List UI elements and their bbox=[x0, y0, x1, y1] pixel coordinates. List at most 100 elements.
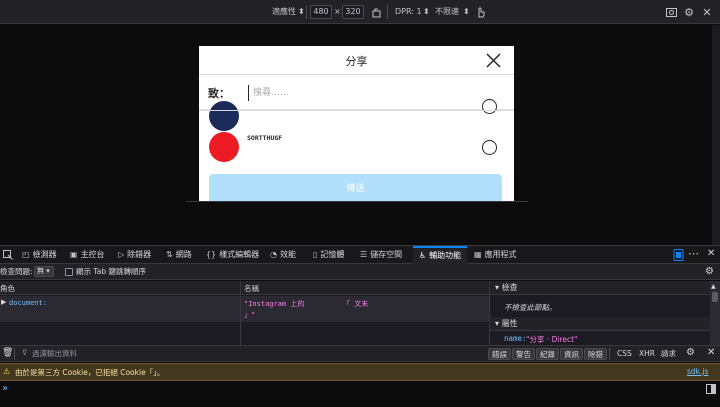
filter-css-button[interactable]: CSS bbox=[617, 348, 632, 360]
console-settings-gear-icon[interactable]: ⚙ bbox=[686, 347, 695, 358]
avatar[interactable] bbox=[209, 132, 239, 162]
avatar[interactable] bbox=[209, 101, 239, 131]
screenshot-icon[interactable] bbox=[664, 5, 678, 19]
tab-label: 檢測器 bbox=[32, 250, 57, 259]
settings-gear-icon[interactable]: ⚙ bbox=[682, 5, 696, 19]
tab-order-label: 顯示 Tab 鍵跳轉順序 bbox=[76, 267, 146, 276]
editor-mode-icon[interactable] bbox=[706, 384, 716, 397]
tab-storage[interactable]: ☰ 儲存空間 bbox=[360, 246, 402, 264]
modal-title: 分享 bbox=[345, 55, 368, 68]
tab-label: 樣式編輯器 bbox=[219, 250, 260, 259]
device-viewport: 分享 致： 搜尋…… SORTTHUGF 傳送 bbox=[199, 46, 514, 202]
tab-debugger[interactable]: ▷ 除錯器 bbox=[118, 246, 151, 264]
filter-output-input[interactable]: 過濾輸出資料 bbox=[32, 348, 77, 359]
console-warning-message[interactable]: ⚠ 由於是第三方 Cookie，已拒絕 Cookie「」。 sdk.js bbox=[0, 363, 720, 381]
tab-inspector[interactable]: ◰ 檢測器 bbox=[22, 246, 57, 264]
tab-network[interactable]: ⇅ 網路 bbox=[166, 246, 192, 264]
more-options-icon[interactable]: ⋯ bbox=[688, 247, 699, 260]
check-issues-select[interactable]: 無 ▾ bbox=[34, 266, 54, 277]
dpr-select[interactable]: DPR: 1 bbox=[395, 0, 422, 24]
column-divider[interactable] bbox=[240, 281, 241, 345]
throttle-select[interactable]: 不限速 bbox=[435, 0, 459, 24]
inspector-icon: ◰ bbox=[22, 250, 30, 259]
close-devtools-icon[interactable]: ✕ bbox=[707, 248, 715, 259]
a11y-settings-gear-icon[interactable]: ⚙ bbox=[705, 266, 714, 277]
application-icon: ▦ bbox=[474, 250, 482, 259]
tab-label: 網路 bbox=[175, 250, 192, 259]
storage-icon: ☰ bbox=[360, 250, 368, 259]
tab-memory[interactable]: ▯ 記憶體 bbox=[313, 246, 344, 264]
tab-console[interactable]: ▣ 主控台 bbox=[70, 246, 105, 264]
row-name: "Instagram 上的 bbox=[244, 300, 305, 308]
filter-warnings-button[interactable]: 警告 bbox=[512, 348, 535, 360]
select-user-radio[interactable] bbox=[482, 99, 497, 114]
column-name[interactable]: 名稱 bbox=[244, 283, 259, 294]
network-icon: ⇅ bbox=[166, 250, 173, 259]
tab-accessibility[interactable]: ♿ 輔助功能 bbox=[413, 246, 468, 264]
a11y-tree-row[interactable]: ▶ document: "Instagram 上的 「 文末 」" bbox=[0, 296, 489, 322]
row-role: document: bbox=[9, 299, 47, 307]
tab-label: 記憶體 bbox=[320, 250, 345, 259]
filter-requests-button[interactable]: 請求 bbox=[661, 348, 676, 360]
tab-label: 輔助功能 bbox=[429, 251, 462, 260]
column-role[interactable]: 角色 bbox=[0, 283, 15, 294]
clear-console-icon[interactable]: 🗑 bbox=[2, 348, 13, 358]
console-icon: ▣ bbox=[70, 250, 78, 259]
rotate-icon[interactable] bbox=[369, 5, 383, 19]
viewport-width-input[interactable]: 480 bbox=[310, 5, 332, 19]
to-label: 致： bbox=[208, 87, 230, 100]
viewport-height-input[interactable]: 320 bbox=[342, 5, 364, 19]
touch-simulation-icon[interactable] bbox=[473, 5, 487, 19]
checks-header-label: 檢查 bbox=[501, 283, 518, 292]
checks-section-header[interactable]: ▾ 檢查 bbox=[490, 281, 710, 295]
tab-label: 應用程式 bbox=[484, 250, 517, 259]
select-user-radio[interactable] bbox=[482, 140, 497, 155]
row-name-line2: 」" bbox=[244, 311, 256, 319]
memory-icon: ▯ bbox=[313, 250, 318, 259]
warning-icon: ⚠ bbox=[3, 367, 11, 376]
dimension-times: × bbox=[334, 7, 341, 16]
debugger-icon: ▷ bbox=[118, 250, 125, 259]
warning-source-link[interactable]: sdk.js bbox=[687, 367, 708, 376]
prop-key: name: bbox=[504, 334, 527, 343]
filter-xhr-button[interactable]: XHR bbox=[639, 348, 655, 360]
pick-element-icon[interactable] bbox=[1, 248, 15, 262]
toolbar-separator bbox=[609, 348, 610, 360]
check-issues-label: 檢查問題: bbox=[0, 267, 33, 276]
filter-info-button[interactable]: 資訊 bbox=[560, 348, 583, 360]
responsive-design-toolbar: 適應性 ⬍ 480 × 320 DPR: 1 ⬍ 不限速 ⬍ ⚙ ✕ bbox=[0, 0, 720, 24]
console-input[interactable]: » bbox=[0, 381, 720, 407]
close-modal-icon[interactable] bbox=[486, 53, 501, 71]
device-select[interactable]: 適應性 bbox=[272, 0, 296, 24]
accessibility-toolbar: 檢查問題: 無 ▾ 顯示 Tab 鍵跳轉順序 ⚙ bbox=[0, 264, 720, 280]
toggle-rdm-icon[interactable] bbox=[671, 248, 685, 262]
filter-debug-button[interactable]: 除錯 bbox=[584, 348, 607, 360]
close-split-console-icon[interactable]: ✕ bbox=[707, 347, 715, 358]
recipient-search-input[interactable]: 搜尋…… bbox=[248, 85, 398, 101]
tab-label: 主控台 bbox=[80, 250, 105, 259]
user-name: SORTTHUGF bbox=[247, 134, 283, 142]
viewport-edge bbox=[186, 201, 528, 202]
send-button[interactable]: 傳送 bbox=[209, 174, 502, 202]
toolbar-separator bbox=[306, 5, 307, 19]
prop-value: "分享 · Direct" bbox=[526, 335, 578, 344]
filter-errors-button[interactable]: 錯誤 bbox=[488, 348, 511, 360]
close-rdm-icon[interactable]: ✕ bbox=[700, 5, 714, 19]
tab-label: 效能 bbox=[279, 250, 296, 259]
properties-section-header[interactable]: ▾ 屬性 bbox=[490, 317, 710, 331]
check-issues-value: 無 bbox=[37, 267, 44, 275]
filter-logs-button[interactable]: 紀錄 bbox=[536, 348, 559, 360]
viewport-scrollbar[interactable] bbox=[712, 25, 720, 245]
sidebar-scrollbar[interactable]: ▲ bbox=[710, 281, 720, 345]
warning-text: 由於是第三方 Cookie，已拒絕 Cookie「」。 bbox=[15, 368, 165, 377]
scroll-up-icon[interactable]: ▲ bbox=[711, 283, 716, 290]
console-prompt: » bbox=[2, 383, 9, 394]
tab-order-checkbox[interactable] bbox=[65, 268, 73, 276]
expand-arrow-icon[interactable]: ▶ bbox=[1, 298, 6, 306]
tab-style-editor[interactable]: {} 樣式編輯器 bbox=[206, 246, 259, 264]
tab-application[interactable]: ▦ 應用程式 bbox=[474, 246, 517, 264]
scroll-thumb[interactable] bbox=[712, 292, 718, 302]
tab-performance[interactable]: ◔ 效能 bbox=[270, 246, 296, 264]
performance-icon: ◔ bbox=[270, 250, 277, 259]
a11y-tree-header: 角色 名稱 bbox=[0, 281, 489, 295]
